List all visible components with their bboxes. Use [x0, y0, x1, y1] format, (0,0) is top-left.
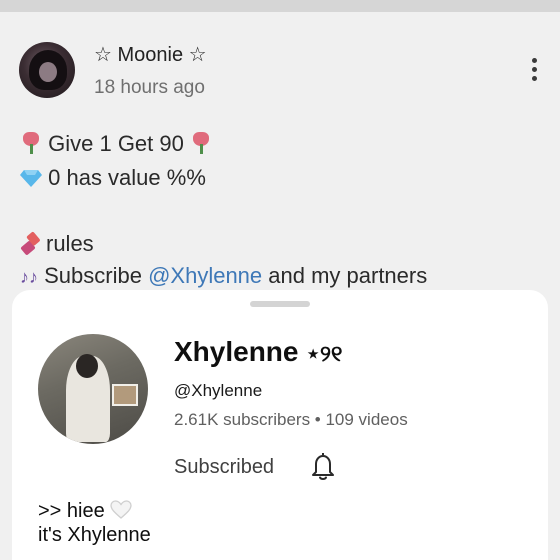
post-line-2: 0 has value %%	[20, 165, 206, 191]
sheet-drag-handle[interactable]	[250, 301, 310, 307]
channel-description-line-2: it's Xhylenne	[38, 524, 151, 546]
channel-name[interactable]: Xhylenne ⋆୨୧	[174, 336, 342, 368]
more-vert-icon[interactable]	[526, 58, 542, 84]
avatar-head	[76, 354, 98, 378]
subscribed-button[interactable]: Subscribed	[174, 456, 274, 479]
post-line-4: ♪♪ Subscribe @Xhylenne and my partners	[20, 263, 427, 289]
gem-icon	[20, 170, 42, 187]
avatar-face	[39, 62, 57, 82]
tulip-icon	[190, 131, 212, 155]
mention-link[interactable]: @Xhylenne	[148, 263, 262, 288]
post-line-3-text: rules	[46, 231, 94, 256]
channel-name-text: Xhylenne	[174, 336, 299, 367]
white-heart-icon	[110, 500, 132, 519]
tulip-icon	[20, 131, 42, 155]
post-line-1: Give 1 Get 90	[20, 131, 212, 157]
avatar-frame	[112, 384, 138, 406]
bell-icon[interactable]	[310, 451, 336, 481]
channel-handle: @Xhylenne	[174, 381, 263, 400]
author-name[interactable]: ☆ Moonie ☆	[94, 42, 207, 67]
post-line-3: rules	[20, 230, 94, 257]
channel-preview-sheet: Xhylenne ⋆୨୧ @Xhylenne 2.61K subscribers…	[12, 290, 548, 560]
lipstick-icon	[21, 232, 40, 255]
post-time: 18 hours ago	[94, 77, 205, 98]
channel-name-deco: ⋆୨୧	[306, 341, 343, 366]
post-line-4-suffix: and my partners	[262, 263, 428, 288]
description-text-1: >> hiee	[38, 500, 105, 522]
post-line-4-prefix: Subscribe	[44, 263, 149, 288]
channel-avatar[interactable]	[38, 334, 148, 444]
channel-stats: 2.61K subscribers • 109 videos	[174, 410, 408, 429]
post-line-1-text: Give 1 Get 90	[48, 131, 184, 156]
music-notes-icon: ♪♪	[20, 267, 38, 287]
top-bar	[0, 0, 560, 12]
author-avatar[interactable]	[19, 42, 75, 98]
channel-description-line-1: >> hiee	[38, 500, 132, 523]
post-line-2-text: 0 has value %%	[48, 165, 206, 190]
